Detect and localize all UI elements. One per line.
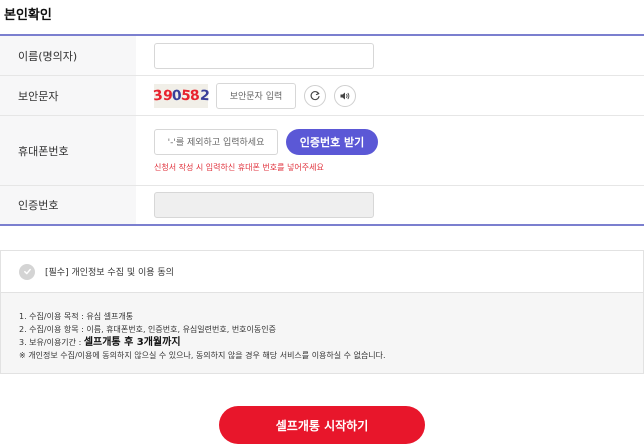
agreement-purpose: 1. 수집/이용 목적 : 유심 셀프개통 [19, 312, 134, 321]
name-label: 이름(명의자) [0, 36, 136, 75]
agreement-items: 2. 수집/이용 항목 : 이름, 휴대폰번호, 인증번호, 유심일련번호, 번… [19, 325, 276, 334]
phone-cell: '-'를 제외하고 입력하세요 인증번호 받기 신청서 작성 시 입력하신 휴대… [136, 116, 644, 185]
cert-cell [136, 186, 644, 224]
phone-line: '-'를 제외하고 입력하세요 인증번호 받기 [154, 128, 378, 155]
captcha-refresh-button[interactable] [304, 84, 326, 107]
name-cell [136, 36, 644, 75]
captcha-input[interactable]: 보안문자 입력 [216, 82, 296, 109]
name-input[interactable] [154, 42, 374, 69]
phone-row: 휴대폰번호 '-'를 제외하고 입력하세요 인증번호 받기 신청서 작성 시 입… [0, 116, 644, 186]
captcha-audio-button[interactable] [334, 84, 356, 107]
check-icon [23, 268, 31, 275]
captcha-row: 보안문자 3 9 0 5 8 2 보안문자 입력 [0, 76, 644, 116]
agree-label: [필수] 개인정보 수집 및 이용 동의 [45, 268, 174, 278]
phone-label: 휴대폰번호 [0, 116, 136, 185]
cert-row: 인증번호 [0, 186, 644, 224]
phone-group: '-'를 제외하고 입력하세요 인증번호 받기 신청서 작성 시 입력하신 휴대… [154, 128, 378, 173]
agree-checkbox[interactable] [19, 263, 35, 280]
speaker-icon [340, 92, 350, 99]
identity-form: 이름(명의자) 보안문자 3 9 0 5 8 2 보안문자 입력 휴대폰번호 '… [0, 34, 644, 226]
agreement-period-value: 셀프개통 후 3개월까지 [83, 337, 181, 348]
phone-note: 신청서 작성 시 입력하신 휴대폰 번호를 넣어주세요 [154, 162, 324, 172]
refresh-icon [310, 90, 320, 100]
name-row: 이름(명의자) [0, 36, 644, 76]
agreement-notice: ※ 개인정보 수집/이용에 동의하지 않으실 수 있으나, 동의하지 않을 경우… [19, 351, 386, 360]
cert-label: 인증번호 [0, 186, 136, 224]
start-activation-button[interactable]: 셀프개통 시작하기 [219, 406, 425, 444]
send-code-button[interactable]: 인증번호 받기 [286, 128, 378, 155]
page-title: 본인확인 [4, 8, 52, 23]
captcha-cell: 3 9 0 5 8 2 보안문자 입력 [136, 76, 644, 115]
agreement-header[interactable]: [필수] 개인정보 수집 및 이용 동의 [1, 251, 643, 293]
captcha-label: 보안문자 [0, 76, 136, 115]
agreement-period-prefix: 3. 보유/이용기간 : [19, 338, 84, 347]
phone-input[interactable]: '-'를 제외하고 입력하세요 [154, 128, 278, 155]
captcha-image: 3 9 0 5 8 2 [152, 83, 210, 108]
captcha-char: 2 [198, 87, 210, 104]
agreement-period: 3. 보유/이용기간 : 셀프개통 후 3개월까지 [19, 336, 643, 349]
cert-input[interactable] [154, 192, 374, 218]
agreement-details: 1. 수집/이용 목적 : 유심 셀프개통 2. 수집/이용 항목 : 이름, … [1, 293, 643, 373]
agreement-box: [필수] 개인정보 수집 및 이용 동의 1. 수집/이용 목적 : 유심 셀프… [0, 250, 644, 374]
